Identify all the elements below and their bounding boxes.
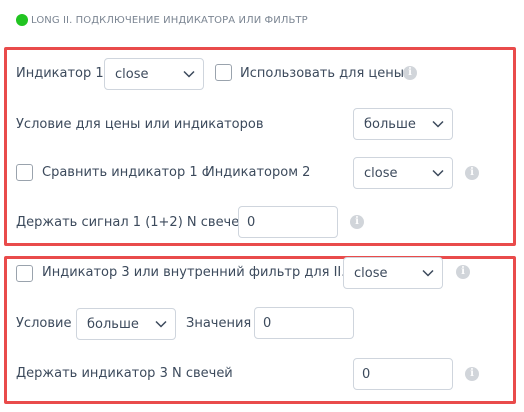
use-for-price-checkbox[interactable] [215,64,232,81]
compare-label: Сравнить индикатор 1 с [42,165,209,180]
condition2-select-value: больше [87,316,139,332]
condition2-select[interactable]: больше [76,308,176,340]
chevron-down-icon [432,120,444,128]
indicator2-label: Индикатором 2 [205,165,311,180]
indicator3-select-value: close [354,265,388,281]
values-label: Значения [186,316,252,331]
info-icon[interactable]: i [456,265,470,279]
indicator2-select-value: close [364,165,398,181]
info-icon[interactable]: i [350,215,364,229]
hold-signal-label: Держать сигнал 1 (1+2) N свечей [16,215,248,230]
indicator3-label: Индикатор 3 или внутренний фильтр для II… [42,265,346,280]
condition-select-value: больше [364,116,416,132]
indicator3-select[interactable]: close [343,257,443,289]
condition-select[interactable]: больше [353,108,453,140]
condition-label: Условие для цены или индикаторов [16,117,264,132]
hold-indicator3-input[interactable] [353,358,453,390]
indicator1-select[interactable]: close [104,58,204,90]
indicator1-select-value: close [115,66,149,82]
chevron-down-icon [183,70,195,78]
indicator2-select[interactable]: close [353,157,453,189]
hold-signal-input[interactable] [238,206,338,238]
use-for-price-label: Использовать для цены [240,66,405,81]
info-icon[interactable]: i [403,66,417,80]
info-icon[interactable]: i [465,166,479,180]
chevron-down-icon [422,269,434,277]
hold-indicator3-label: Держать индикатор 3 N свечей [16,366,233,381]
section-title: LONG II. ПОДКЛЮЧЕНИЕ ИНДИКАТОРА ИЛИ ФИЛЬ… [31,14,308,26]
section-header: LONG II. ПОДКЛЮЧЕНИЕ ИНДИКАТОРА ИЛИ ФИЛЬ… [16,10,308,30]
chevron-down-icon [432,169,444,177]
info-icon[interactable]: i [465,367,479,381]
status-dot-icon [16,14,28,26]
values-input[interactable] [254,307,354,339]
indicator1-label: Индикатор 1 [16,66,104,81]
compare-checkbox[interactable] [16,164,33,181]
indicator3-checkbox[interactable] [16,265,33,282]
chevron-down-icon [155,320,167,328]
condition2-label: Условие [16,316,72,331]
